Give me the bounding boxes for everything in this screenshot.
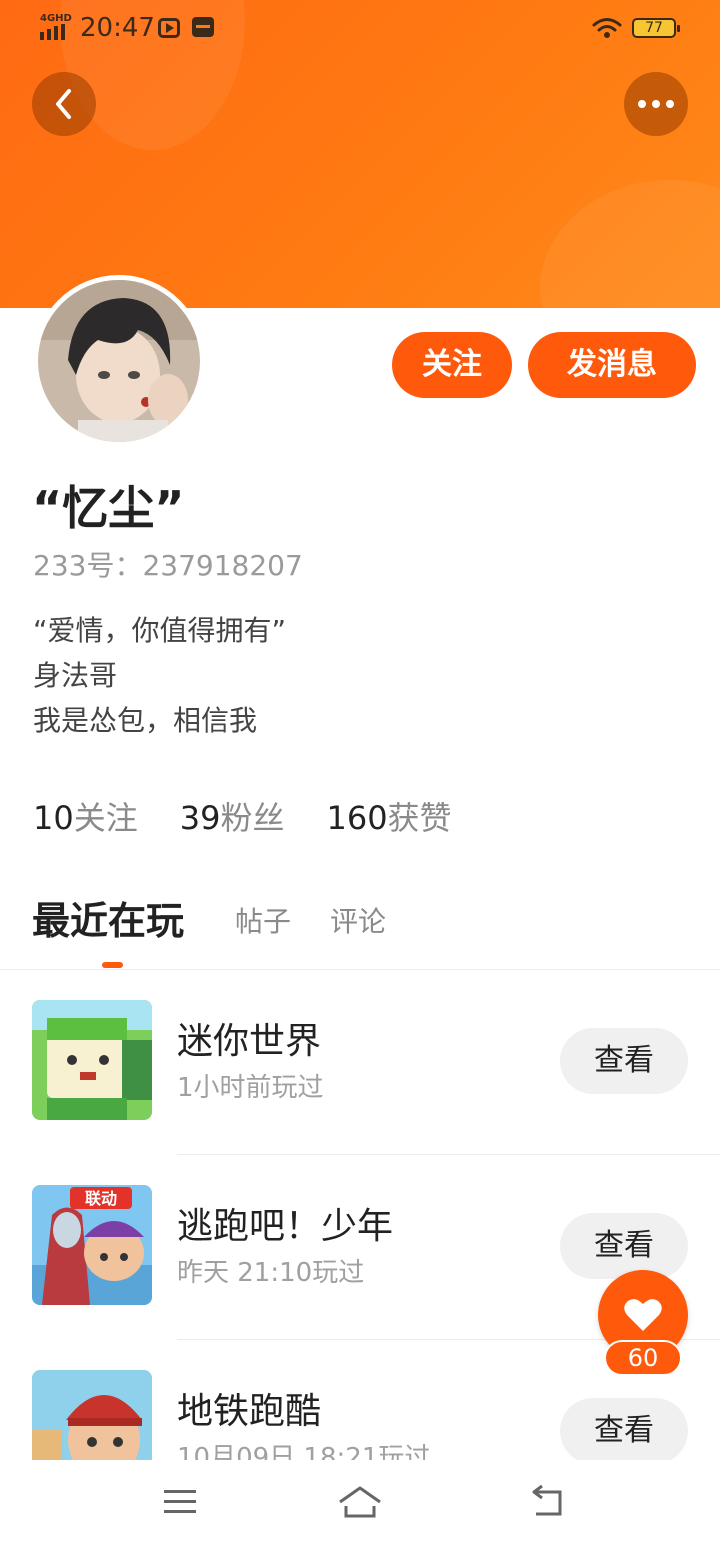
thumb-badge-text: 联动 xyxy=(85,1189,117,1208)
bio-line: 我是怂包，相信我 xyxy=(33,704,258,737)
stat-label: 关注 xyxy=(73,799,138,837)
tab-comments[interactable]: 评论 xyxy=(330,902,386,942)
tab-posts[interactable]: 帖子 xyxy=(235,902,291,942)
back-button[interactable] xyxy=(32,72,96,136)
game-icon: 联动 xyxy=(32,1185,152,1305)
like-count: 60 xyxy=(604,1340,682,1376)
home-icon[interactable] xyxy=(336,1482,384,1522)
menu-icon[interactable] xyxy=(160,1482,200,1522)
back-arrow-icon[interactable] xyxy=(528,1482,568,1522)
tab-recently-played[interactable]: 最近在玩 xyxy=(32,890,184,952)
system-navigation-bar xyxy=(0,1460,720,1544)
stat-label: 粉丝 xyxy=(220,799,285,837)
bio-line: 身法哥 xyxy=(33,659,118,692)
calendar-icon xyxy=(192,17,214,37)
game-icon xyxy=(32,1000,152,1120)
stat-value: 160 xyxy=(326,799,388,837)
account-id: 233号：237918207 xyxy=(33,549,303,582)
status-bar: 4GHD 20:47 77 xyxy=(0,0,720,56)
game-name: 逃跑吧！少年 xyxy=(177,1206,394,1247)
bio-line: “爱情，你值得拥有” xyxy=(33,614,287,647)
chevron-left-icon xyxy=(56,89,71,119)
banner-decoration xyxy=(540,180,720,308)
likes-stat: 160获赞 xyxy=(326,796,451,840)
last-played: 1小时前玩过 xyxy=(177,1073,324,1103)
bio: “爱情，你值得拥有” 身法哥 我是怂包，相信我 xyxy=(33,608,286,743)
view-game-button[interactable]: 查看 xyxy=(560,1213,688,1279)
battery-icon: 77 xyxy=(632,18,680,38)
nickname: “忆尘” xyxy=(32,481,185,535)
more-options-button[interactable] xyxy=(624,72,688,136)
view-game-button[interactable]: 查看 xyxy=(560,1028,688,1094)
network-type: 4GHD xyxy=(40,13,72,24)
avatar-image xyxy=(38,280,200,442)
last-played: 10月09日 18:21玩过 xyxy=(177,1443,431,1460)
game-icon xyxy=(32,1370,152,1460)
clock: 20:47 xyxy=(80,13,155,43)
game-name: 迷你世界 xyxy=(177,1021,322,1062)
active-tab-indicator xyxy=(102,962,123,968)
media-play-icon xyxy=(158,18,180,38)
list-item[interactable]: 迷你世界 1小时前玩过 查看 xyxy=(0,970,720,1155)
follow-button[interactable]: 关注 xyxy=(392,332,512,398)
more-dots-icon xyxy=(638,100,674,108)
followers-stat[interactable]: 39粉丝 xyxy=(180,796,285,840)
send-message-button[interactable]: 发消息 xyxy=(528,332,696,398)
stat-value: 39 xyxy=(179,799,221,837)
battery-level: 77 xyxy=(645,20,663,36)
heart-icon xyxy=(624,1299,662,1331)
following-stat[interactable]: 10关注 xyxy=(33,796,138,840)
profile-stats: 10关注 39粉丝 160获赞 xyxy=(33,796,494,840)
signal-icon: 4GHD xyxy=(40,14,72,40)
stat-value: 10 xyxy=(33,799,74,837)
stat-label: 获赞 xyxy=(387,799,452,837)
game-name: 地铁跑酷 xyxy=(177,1391,322,1432)
last-played: 昨天 21:10玩过 xyxy=(177,1258,365,1288)
recent-games-list: 迷你世界 1小时前玩过 查看 联动 逃跑吧！少年 昨天 21:10玩过 查看 地… xyxy=(0,970,720,1460)
view-game-button[interactable]: 查看 xyxy=(560,1398,688,1460)
profile-tabs: 最近在玩 帖子 评论 xyxy=(0,890,720,970)
wifi-icon xyxy=(592,18,622,38)
avatar[interactable] xyxy=(33,275,205,447)
